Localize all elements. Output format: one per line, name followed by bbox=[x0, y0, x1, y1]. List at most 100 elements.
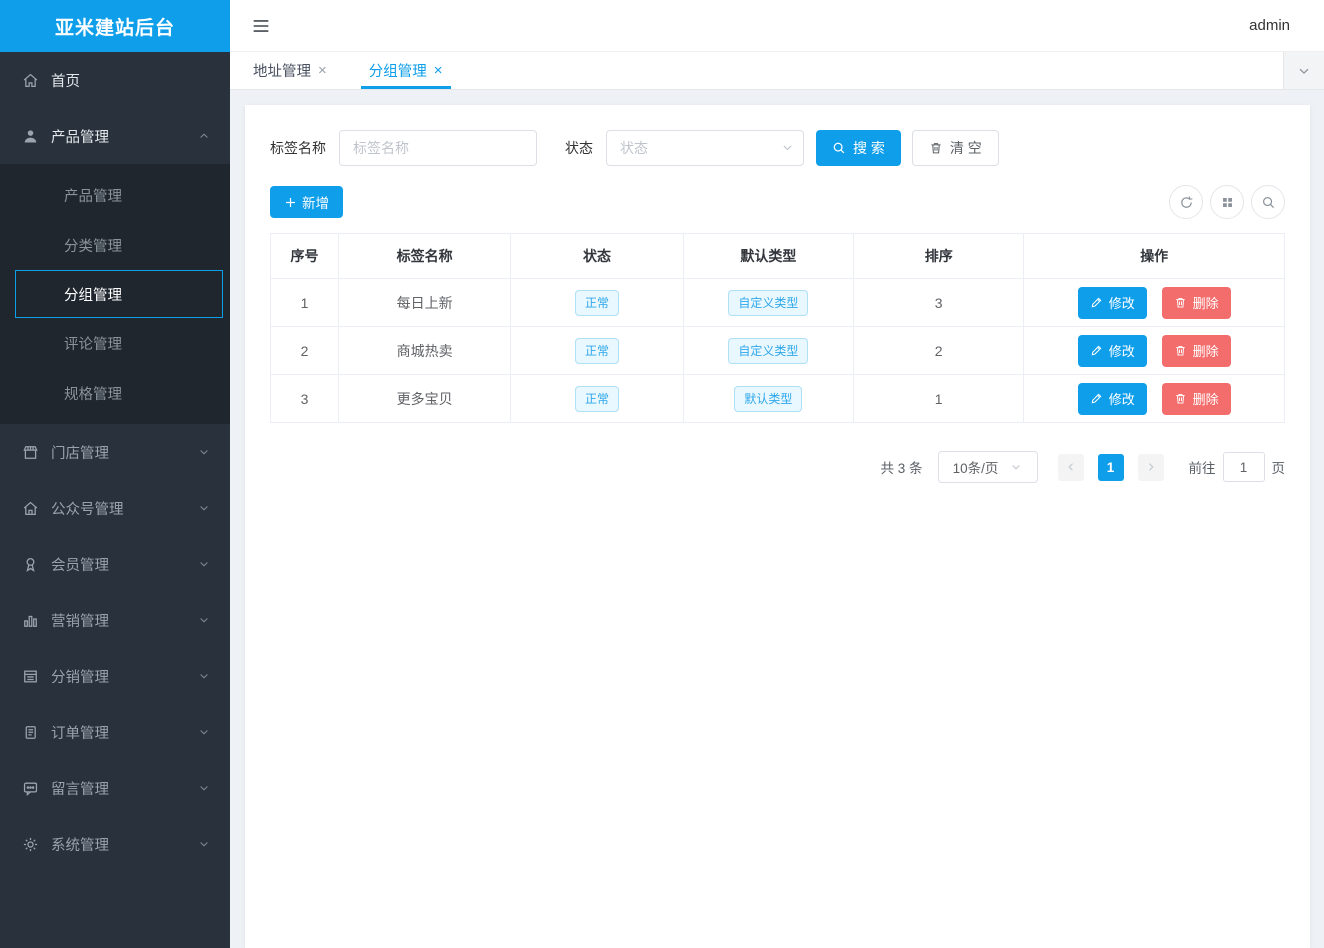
sidebar-item-products[interactable]: 产品管理 bbox=[0, 108, 230, 164]
clear-button[interactable]: 清 空 bbox=[912, 130, 999, 166]
chevron-down-icon bbox=[198, 502, 210, 514]
sidebar-item-comment-manage[interactable]: 评论管理 bbox=[0, 318, 230, 368]
edit-button[interactable]: 修改 bbox=[1078, 383, 1147, 415]
col-header-status: 状态 bbox=[511, 234, 683, 279]
content-panel: 标签名称 状态 搜 索 bbox=[245, 105, 1310, 948]
sidebar-item-label: 门店管理 bbox=[51, 442, 109, 463]
cell-index: 2 bbox=[271, 327, 339, 375]
sidebar-item-stores[interactable]: 门店管理 bbox=[0, 424, 230, 480]
refresh-button[interactable] bbox=[1169, 185, 1203, 219]
refresh-icon bbox=[1179, 195, 1194, 210]
plus-icon bbox=[284, 196, 297, 209]
sidebar-item-home[interactable]: 首页 bbox=[0, 52, 230, 108]
sidebar-item-label: 分销管理 bbox=[51, 666, 109, 687]
close-icon[interactable]: × bbox=[318, 63, 327, 78]
marketing-icon bbox=[22, 611, 40, 629]
column-settings-button[interactable] bbox=[1210, 185, 1244, 219]
status-badge: 正常 bbox=[575, 290, 619, 316]
gear-icon bbox=[22, 835, 40, 853]
cell-name: 每日上新 bbox=[338, 279, 510, 327]
tab-address-manage[interactable]: 地址管理 × bbox=[243, 52, 337, 89]
sidebar-item-marketing[interactable]: 营销管理 bbox=[0, 592, 230, 648]
sidebar-item-label: 产品管理 bbox=[51, 126, 109, 147]
col-header-sort: 排序 bbox=[854, 234, 1024, 279]
pencil-icon bbox=[1090, 296, 1103, 309]
chevron-down-icon bbox=[198, 670, 210, 682]
type-badge: 默认类型 bbox=[734, 386, 802, 412]
sidebar-item-label: 留言管理 bbox=[51, 778, 109, 799]
trash-icon bbox=[1174, 344, 1187, 357]
data-table: 序号 标签名称 状态 默认类型 排序 操作 1 每日上新 正常 bbox=[270, 233, 1285, 423]
content-area: 标签名称 状态 搜 索 bbox=[230, 90, 1324, 948]
sidebar-item-spec-manage[interactable]: 规格管理 bbox=[0, 368, 230, 418]
distribution-icon bbox=[22, 667, 40, 685]
pagination-total: 共 3 条 bbox=[880, 457, 922, 477]
chevron-down-icon bbox=[198, 782, 210, 794]
sidebar-item-system[interactable]: 系统管理 bbox=[0, 816, 230, 872]
col-header-ops: 操作 bbox=[1024, 234, 1285, 279]
next-page-button[interactable] bbox=[1138, 454, 1164, 481]
tabbar-dropdown-button[interactable] bbox=[1283, 52, 1324, 89]
search-toggle-button[interactable] bbox=[1251, 185, 1285, 219]
goto-page-input[interactable] bbox=[1223, 452, 1265, 482]
app-logo: 亚米建站后台 bbox=[0, 0, 230, 52]
delete-button[interactable]: 删除 bbox=[1162, 383, 1231, 415]
sidebar-item-label: 公众号管理 bbox=[51, 498, 124, 519]
delete-button[interactable]: 删除 bbox=[1162, 287, 1231, 319]
top-header: admin bbox=[230, 0, 1324, 52]
user-icon bbox=[22, 127, 40, 145]
sidebar-item-group-manage[interactable]: 分组管理 bbox=[15, 270, 223, 318]
pencil-icon bbox=[1090, 392, 1103, 405]
sidebar-item-label: 营销管理 bbox=[51, 610, 109, 631]
sidebar-item-messages[interactable]: 留言管理 bbox=[0, 760, 230, 816]
chevron-down-icon bbox=[198, 446, 210, 458]
chevron-right-icon bbox=[1145, 461, 1157, 473]
add-button[interactable]: 新增 bbox=[270, 186, 343, 218]
close-icon[interactable]: × bbox=[434, 63, 443, 78]
name-filter-label: 标签名称 bbox=[270, 138, 326, 158]
chevron-up-icon bbox=[198, 130, 210, 142]
cell-sort: 2 bbox=[854, 327, 1024, 375]
name-filter-input[interactable] bbox=[339, 130, 537, 166]
table-tools bbox=[1169, 185, 1285, 219]
page-number-button[interactable]: 1 bbox=[1098, 454, 1124, 481]
status-select-input[interactable] bbox=[606, 130, 804, 166]
trash-icon bbox=[1174, 296, 1187, 309]
member-icon bbox=[22, 555, 40, 573]
sidebar-item-orders[interactable]: 订单管理 bbox=[0, 704, 230, 760]
page-suffix-label: 页 bbox=[1272, 457, 1286, 477]
status-badge: 正常 bbox=[575, 338, 619, 364]
sidebar-item-members[interactable]: 会员管理 bbox=[0, 536, 230, 592]
table-row: 1 每日上新 正常 自定义类型 3 修改 bbox=[271, 279, 1285, 327]
status-filter-select[interactable] bbox=[606, 130, 804, 166]
col-header-type: 默认类型 bbox=[683, 234, 853, 279]
tab-label: 分组管理 bbox=[369, 60, 427, 81]
goto-label: 前往 bbox=[1189, 457, 1216, 477]
search-button[interactable]: 搜 索 bbox=[816, 130, 901, 166]
col-header-index: 序号 bbox=[271, 234, 339, 279]
trash-icon bbox=[1174, 392, 1187, 405]
edit-button[interactable]: 修改 bbox=[1078, 287, 1147, 319]
sidebar-item-official-account[interactable]: 公众号管理 bbox=[0, 480, 230, 536]
tab-group-manage[interactable]: 分组管理 × bbox=[359, 52, 453, 89]
type-badge: 自定义类型 bbox=[728, 290, 808, 316]
cell-index: 3 bbox=[271, 375, 339, 423]
chevron-down-icon bbox=[198, 838, 210, 850]
prev-page-button[interactable] bbox=[1058, 454, 1084, 481]
sidebar-item-distribution[interactable]: 分销管理 bbox=[0, 648, 230, 704]
table-header-row: 序号 标签名称 状态 默认类型 排序 操作 bbox=[271, 234, 1285, 279]
edit-button[interactable]: 修改 bbox=[1078, 335, 1147, 367]
sidebar-item-category-manage[interactable]: 分类管理 bbox=[0, 220, 230, 270]
sidebar-item-label: 订单管理 bbox=[51, 722, 109, 743]
chevron-down-icon bbox=[198, 614, 210, 626]
sidebar-item-product-manage[interactable]: 产品管理 bbox=[0, 170, 230, 220]
page-size-select[interactable]: 10条/页 bbox=[938, 451, 1038, 483]
hamburger-icon[interactable] bbox=[250, 15, 272, 37]
chevron-left-icon bbox=[1065, 461, 1077, 473]
main-area: admin 地址管理 × 分组管理 × 标签名称 bbox=[230, 0, 1324, 948]
store-icon bbox=[22, 443, 40, 461]
cell-sort: 3 bbox=[854, 279, 1024, 327]
table-row: 3 更多宝贝 正常 默认类型 1 修改 bbox=[271, 375, 1285, 423]
user-menu[interactable]: admin bbox=[1249, 17, 1290, 34]
delete-button[interactable]: 删除 bbox=[1162, 335, 1231, 367]
